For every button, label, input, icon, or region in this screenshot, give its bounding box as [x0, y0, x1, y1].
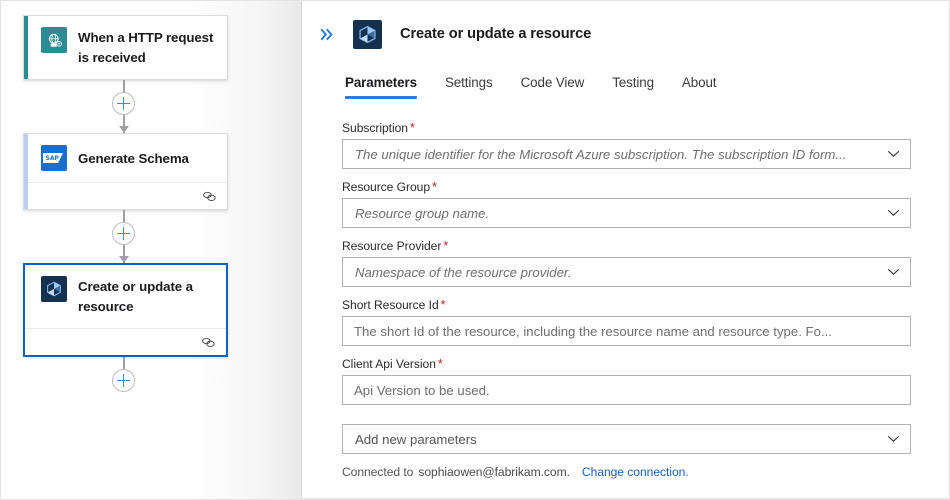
- connected-account: sophiaowen@fabrikam.com.: [418, 465, 570, 479]
- azure-resource-cube-icon: [353, 20, 382, 49]
- workflow-connector: [23, 80, 228, 133]
- panel-tabs: Parameters Settings Code View Testing Ab…: [302, 69, 949, 99]
- client-api-version-input[interactable]: Api Version to be used.: [342, 375, 911, 405]
- resource-provider-placeholder: Namespace of the resource provider.: [343, 265, 910, 280]
- field-short-resource-id: Short Resource Id* The short Id of the r…: [342, 298, 911, 346]
- label-text: Subscription: [342, 121, 408, 135]
- field-client-api-version: Client Api Version* Api Version to be us…: [342, 357, 911, 405]
- node-title: Create or update a resource: [78, 276, 214, 317]
- node-accent-bar: [24, 16, 28, 79]
- azure-resource-cube-icon: [41, 276, 67, 302]
- label-text: Resource Group: [342, 180, 430, 194]
- tab-code-view[interactable]: Code View: [507, 75, 599, 99]
- label-text: Client Api Version: [342, 357, 436, 371]
- field-label: Short Resource Id*: [342, 298, 911, 312]
- workflow-connector: [23, 210, 228, 263]
- sap-icon: SAP: [41, 145, 67, 171]
- chevron-down-icon: [887, 209, 900, 217]
- panel-header: Create or update a resource: [302, 1, 949, 53]
- field-label: Resource Group*: [342, 180, 911, 194]
- logic-app-designer: When a HTTP request is received: [0, 0, 950, 500]
- workflow-canvas[interactable]: When a HTTP request is received: [0, 0, 302, 500]
- panel-bottom-divider: [302, 498, 949, 499]
- change-connection-link[interactable]: Change connection.: [582, 465, 689, 479]
- parameters-form: Subscription* The unique identifier for …: [302, 99, 949, 479]
- required-marker: *: [432, 180, 437, 194]
- node-footer: [25, 328, 226, 355]
- add-step-button[interactable]: [112, 92, 135, 115]
- add-step-button-end[interactable]: [112, 369, 135, 392]
- short-resource-id-placeholder: The short Id of the resource, including …: [343, 324, 910, 339]
- chevron-down-icon: [887, 268, 900, 276]
- field-label: Client Api Version*: [342, 357, 911, 371]
- field-resource-provider: Resource Provider* Namespace of the reso…: [342, 239, 911, 287]
- resource-group-dropdown[interactable]: Resource group name.: [342, 198, 911, 228]
- panel-title: Create or update a resource: [400, 26, 591, 42]
- chevron-down-icon: [887, 150, 900, 158]
- add-new-parameters-dropdown[interactable]: Add new parameters: [342, 424, 911, 454]
- workflow-node-create-or-update-a-resource[interactable]: Create or update a resource: [23, 263, 228, 357]
- subscription-placeholder: The unique identifier for the Microsoft …: [343, 147, 910, 162]
- resource-provider-dropdown[interactable]: Namespace of the resource provider.: [342, 257, 911, 287]
- label-text: Resource Provider: [342, 239, 441, 253]
- node-title: Generate Schema: [78, 148, 189, 169]
- tab-about[interactable]: About: [668, 75, 731, 99]
- field-subscription: Subscription* The unique identifier for …: [342, 121, 911, 169]
- node-body: SAP Generate Schema: [24, 134, 227, 182]
- client-api-version-placeholder: Api Version to be used.: [343, 383, 910, 398]
- svg-text:SAP: SAP: [46, 155, 60, 162]
- node-footer: [24, 182, 227, 209]
- node-body: Create or update a resource: [25, 265, 226, 328]
- plus-icon-bar: [117, 103, 130, 105]
- workflow-node-generate-schema[interactable]: SAP Generate Schema: [23, 133, 228, 210]
- http-request-icon: [41, 27, 67, 53]
- required-marker: *: [441, 298, 446, 312]
- short-resource-id-input[interactable]: The short Id of the resource, including …: [342, 316, 911, 346]
- field-resource-group: Resource Group* Resource group name.: [342, 180, 911, 228]
- required-marker: *: [443, 239, 448, 253]
- field-label: Resource Provider*: [342, 239, 911, 253]
- plus-icon-bar: [117, 233, 130, 235]
- required-marker: *: [438, 357, 443, 371]
- connector-arrowhead: [119, 256, 129, 263]
- tab-parameters[interactable]: Parameters: [340, 75, 431, 99]
- connected-to-label: Connected to: [342, 465, 413, 479]
- add-new-parameters-label: Add new parameters: [343, 432, 910, 447]
- workflow-node-http-trigger[interactable]: When a HTTP request is received: [23, 15, 228, 80]
- node-body: When a HTTP request is received: [24, 16, 227, 79]
- label-text: Short Resource Id: [342, 298, 439, 312]
- collapse-panel-chevron-icon[interactable]: [316, 23, 338, 45]
- workflow-tail: [23, 357, 228, 399]
- required-marker: *: [410, 121, 415, 135]
- action-details-panel: Create or update a resource Parameters S…: [302, 0, 950, 500]
- resource-group-placeholder: Resource group name.: [343, 206, 910, 221]
- connection-status: Connected to sophiaowen@fabrikam.com. Ch…: [342, 465, 911, 479]
- node-title: When a HTTP request is received: [78, 27, 215, 68]
- workflow-graph: When a HTTP request is received: [23, 15, 228, 399]
- node-accent-bar: [24, 134, 28, 209]
- connection-link-icon[interactable]: [202, 190, 217, 203]
- chevron-down-icon: [887, 435, 900, 443]
- tab-settings[interactable]: Settings: [431, 75, 507, 99]
- add-step-button[interactable]: [112, 222, 135, 245]
- tab-testing[interactable]: Testing: [598, 75, 668, 99]
- connector-arrowhead: [119, 126, 129, 133]
- field-label: Subscription*: [342, 121, 911, 135]
- plus-icon-bar: [117, 380, 130, 382]
- connection-link-icon[interactable]: [201, 336, 216, 349]
- subscription-dropdown[interactable]: The unique identifier for the Microsoft …: [342, 139, 911, 169]
